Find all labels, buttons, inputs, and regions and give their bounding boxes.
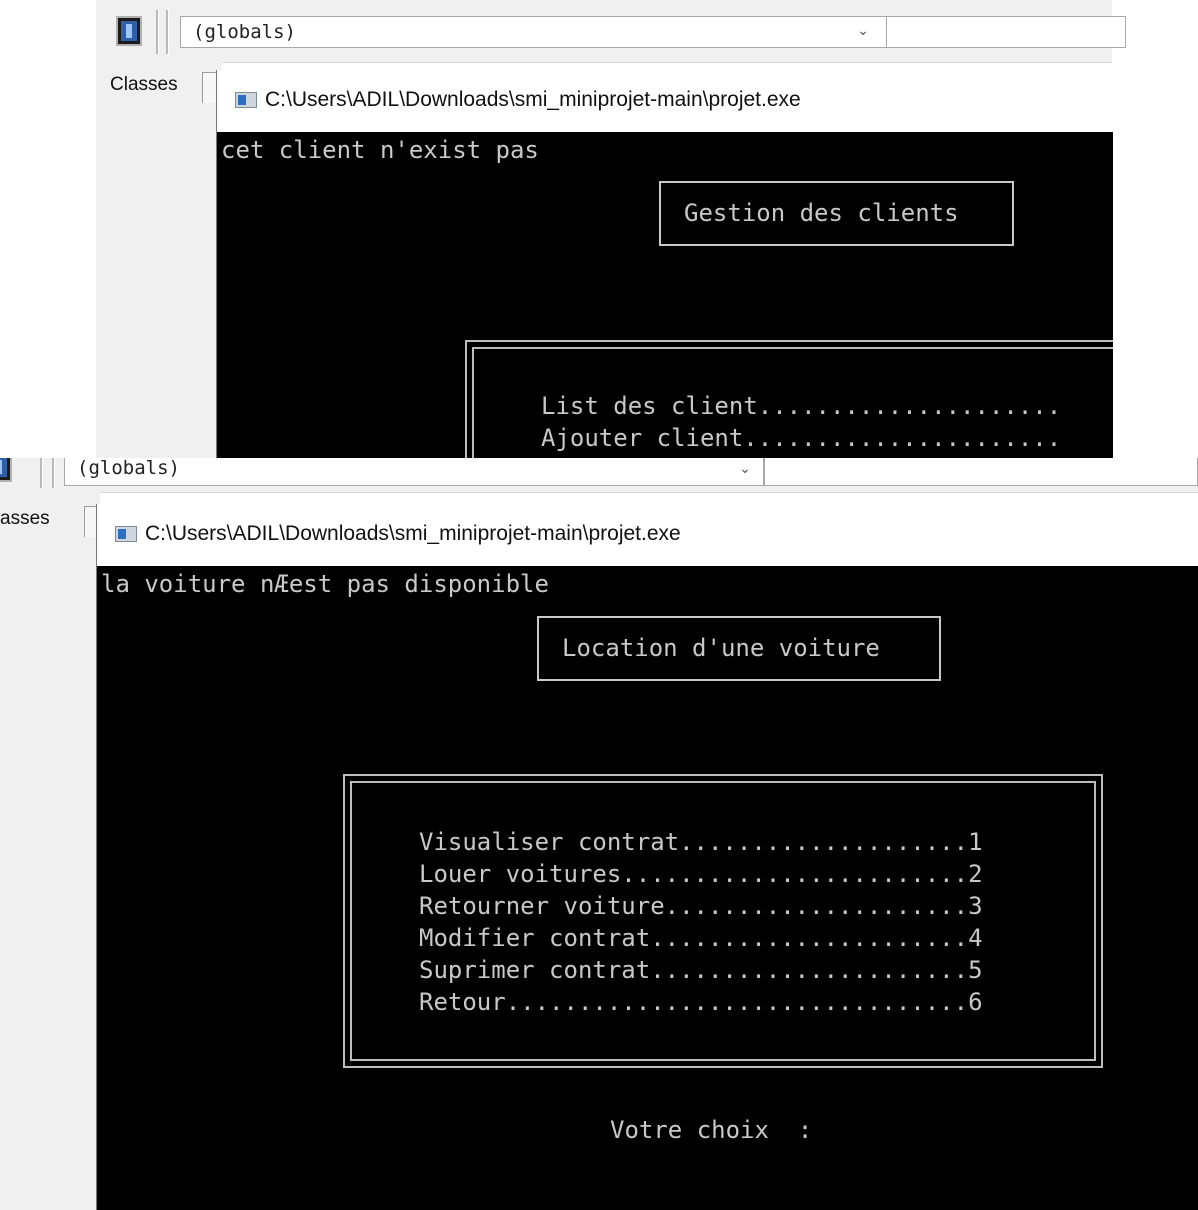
toolbar-separator <box>156 10 159 54</box>
globals-combobox[interactable]: (globals) <box>64 458 764 486</box>
menu-item: Visualiser contrat....................1 <box>419 828 983 856</box>
menu-frame: Visualiser contrat....................1 … <box>343 774 1103 1068</box>
menu-item: List des client..................... <box>541 392 1062 420</box>
project-icon[interactable] <box>0 458 12 482</box>
combo-value: (globals) <box>77 458 180 479</box>
ide-side-panel: asses <box>0 492 102 1210</box>
console-app-icon <box>115 526 137 542</box>
console-header: Gestion des clients <box>684 199 959 227</box>
toolbar-separator <box>52 458 55 488</box>
menu-item: Modifier contrat......................4 <box>419 924 983 952</box>
console-title: C:\Users\ADIL\Downloads\smi_miniprojet-m… <box>265 88 801 111</box>
console-window: C:\Users\ADIL\Downloads\smi_miniprojet-m… <box>96 504 1198 1210</box>
toolbar-separator <box>40 458 43 488</box>
globals-combobox[interactable]: (globals) <box>180 16 890 48</box>
choice-prompt: Votre choix : <box>610 1116 813 1144</box>
console-message: la voiture nÆest pas disponible <box>101 570 549 598</box>
menu-item: Louer voitures........................2 <box>419 860 983 888</box>
tab-classes[interactable]: Classes <box>110 74 178 96</box>
menu-item: Ajouter client...................... <box>541 424 1062 452</box>
members-combobox[interactable] <box>886 16 1126 48</box>
menu-item: Retour................................6 <box>419 988 983 1016</box>
toolbar-separator <box>166 10 169 54</box>
console-titlebar[interactable]: C:\Users\ADIL\Downloads\smi_miniprojet-m… <box>217 70 1113 132</box>
members-combobox[interactable] <box>764 458 1198 486</box>
menu-item: Retourner voiture.....................3 <box>419 892 983 920</box>
project-icon[interactable] <box>116 16 142 46</box>
console-titlebar[interactable]: C:\Users\ADIL\Downloads\smi_miniprojet-m… <box>97 504 1198 566</box>
menu-frame: List des client..................... Ajo… <box>465 340 1113 458</box>
screenshot-bottom: (globals) ⌄ asses C:\Users\ADIL\Download… <box>0 458 1198 1210</box>
console-window: C:\Users\ADIL\Downloads\smi_miniprojet-m… <box>216 70 1113 458</box>
ide-side-panel: Classes <box>96 62 224 458</box>
menu-item: Suprimer contrat......................5 <box>419 956 983 984</box>
console-message: cet client n'exist pas <box>221 136 539 164</box>
ide-toolbar: (globals) ⌄ <box>0 458 1198 493</box>
header-frame: Gestion des clients <box>659 181 1014 246</box>
tab-classes[interactable]: asses <box>0 508 50 530</box>
console-title: C:\Users\ADIL\Downloads\smi_miniprojet-m… <box>145 522 681 545</box>
chevron-down-icon[interactable]: ⌄ <box>732 458 758 484</box>
header-frame: Location d'une voiture <box>537 616 941 681</box>
chevron-down-icon[interactable]: ⌄ <box>850 16 876 46</box>
console-app-icon <box>235 92 257 108</box>
ide-toolbar: (globals) ⌄ <box>96 0 1126 63</box>
console-header: Location d'une voiture <box>562 634 880 662</box>
screenshot-top: (globals) ⌄ Classes C:\Users\ADIL\Downlo… <box>0 0 1198 458</box>
combo-value: (globals) <box>193 21 296 43</box>
